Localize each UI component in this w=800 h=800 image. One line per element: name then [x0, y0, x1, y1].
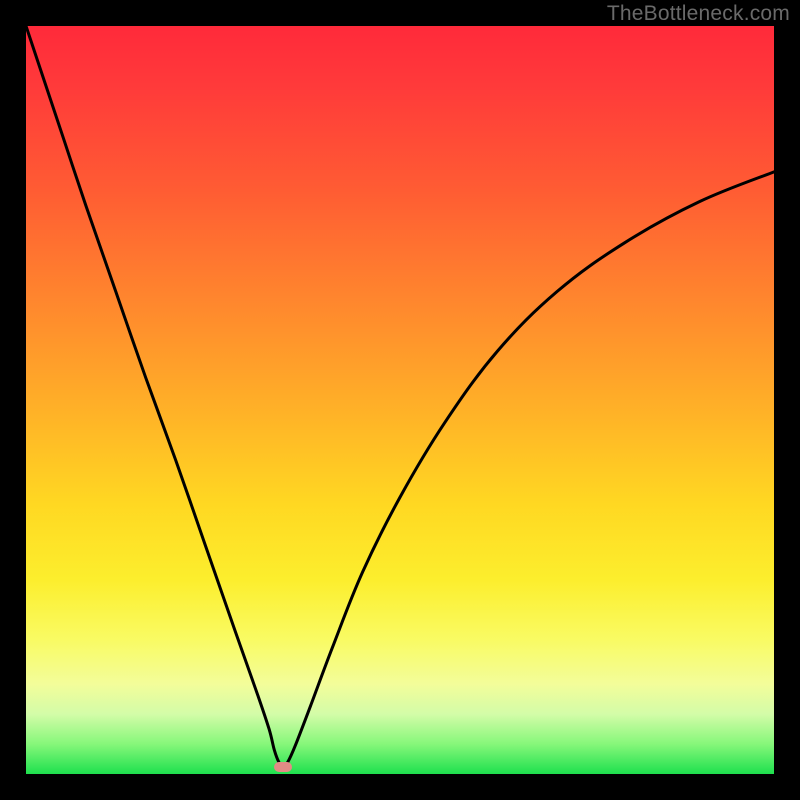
watermark-text: TheBottleneck.com	[607, 2, 790, 26]
chart-frame	[26, 26, 774, 774]
bottleneck-minimum-marker	[274, 762, 292, 772]
bottleneck-curve	[26, 26, 774, 774]
